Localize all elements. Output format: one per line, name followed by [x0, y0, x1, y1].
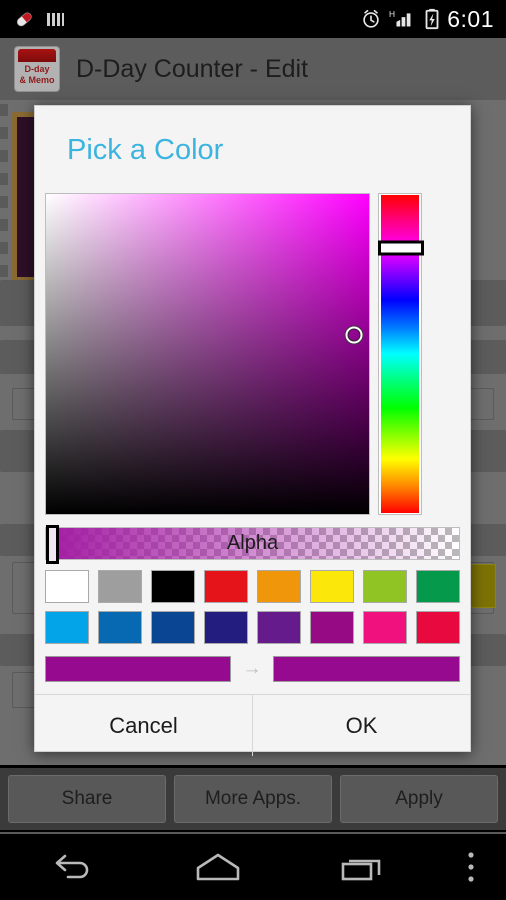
preset-swatches	[35, 560, 470, 644]
overflow-menu-icon	[468, 852, 474, 882]
app-bar: D-day & Memo D-Day Counter - Edit	[0, 38, 506, 100]
swatch[interactable]	[45, 570, 89, 603]
alpha-slider-handle[interactable]	[46, 525, 59, 564]
status-bar: H 6:01	[0, 0, 506, 38]
d-day-memo-app-icon[interactable]: D-day & Memo	[14, 46, 60, 92]
color-preview-row: →	[35, 652, 470, 682]
status-bar-right-icons: H 6:01	[360, 6, 506, 33]
swatch[interactable]	[151, 570, 195, 603]
back-icon	[55, 854, 88, 879]
swatch[interactable]	[363, 570, 407, 603]
ok-button[interactable]: OK	[252, 695, 470, 756]
more-apps-button[interactable]: More Apps.	[174, 775, 332, 823]
hue-slider-handle[interactable]	[378, 240, 424, 256]
home-icon	[196, 853, 240, 881]
swatch[interactable]	[204, 611, 248, 644]
decorative-dots	[0, 104, 10, 284]
swatch[interactable]	[98, 570, 142, 603]
app-icon-line2: & Memo	[19, 75, 55, 85]
swatch[interactable]	[257, 570, 301, 603]
bottom-action-bar: Share More Apps. Apply	[0, 768, 506, 830]
swatch[interactable]	[363, 611, 407, 644]
navigation-bar	[0, 832, 506, 900]
swatch-row-2	[45, 611, 460, 644]
android-screen: H 6:01 D-day & Memo D-Day Counter - Edit	[0, 0, 506, 900]
cancel-button[interactable]: Cancel	[35, 695, 252, 756]
swatch-row-1	[45, 570, 460, 603]
dialog-title: Pick a Color	[67, 134, 224, 166]
swatch[interactable]	[204, 570, 248, 603]
swatch[interactable]	[310, 570, 354, 603]
swatch[interactable]	[257, 611, 301, 644]
app-icon-line1: D-day	[24, 64, 50, 74]
color-picker-dialog: Pick a Color Alpha → Cancel OK	[34, 105, 471, 756]
status-bar-clock: 6:01	[447, 5, 494, 32]
swatch[interactable]	[416, 570, 460, 603]
dialog-body: Alpha → Cancel OK	[35, 183, 470, 756]
nav-back-button[interactable]	[0, 850, 145, 884]
signal-h-icon: H	[389, 9, 411, 27]
nav-overflow-button[interactable]	[436, 849, 506, 885]
barcode-icon	[47, 13, 64, 26]
hue-slider[interactable]	[378, 193, 424, 515]
app-icon-cap	[18, 49, 56, 62]
recents-icon	[342, 859, 381, 881]
new-color-preview	[273, 656, 460, 682]
swatch[interactable]	[98, 611, 142, 644]
pill-icon	[16, 12, 32, 27]
swatch[interactable]	[416, 611, 460, 644]
alarm-icon	[363, 9, 379, 28]
arrow-icon: →	[242, 658, 262, 679]
share-button[interactable]: Share	[8, 775, 166, 823]
alpha-slider[interactable]: Alpha	[45, 525, 460, 564]
saturation-value-gradient[interactable]	[46, 194, 369, 514]
swatch[interactable]	[310, 611, 354, 644]
swatch[interactable]	[45, 611, 89, 644]
battery-charging-icon	[425, 8, 439, 30]
nav-home-button[interactable]	[145, 851, 290, 883]
dialog-button-bar: Cancel OK	[35, 694, 470, 756]
picker-row	[35, 193, 470, 515]
svg-text:H: H	[389, 9, 395, 19]
nav-recents-button[interactable]	[291, 851, 436, 883]
apply-button[interactable]: Apply	[340, 775, 498, 823]
alpha-label: Alpha	[226, 532, 279, 554]
page-title: D-Day Counter - Edit	[76, 54, 309, 83]
status-bar-left-icons	[0, 7, 67, 31]
saturation-value-area[interactable]	[45, 193, 370, 515]
swatch[interactable]	[151, 611, 195, 644]
old-color-preview	[45, 656, 231, 682]
